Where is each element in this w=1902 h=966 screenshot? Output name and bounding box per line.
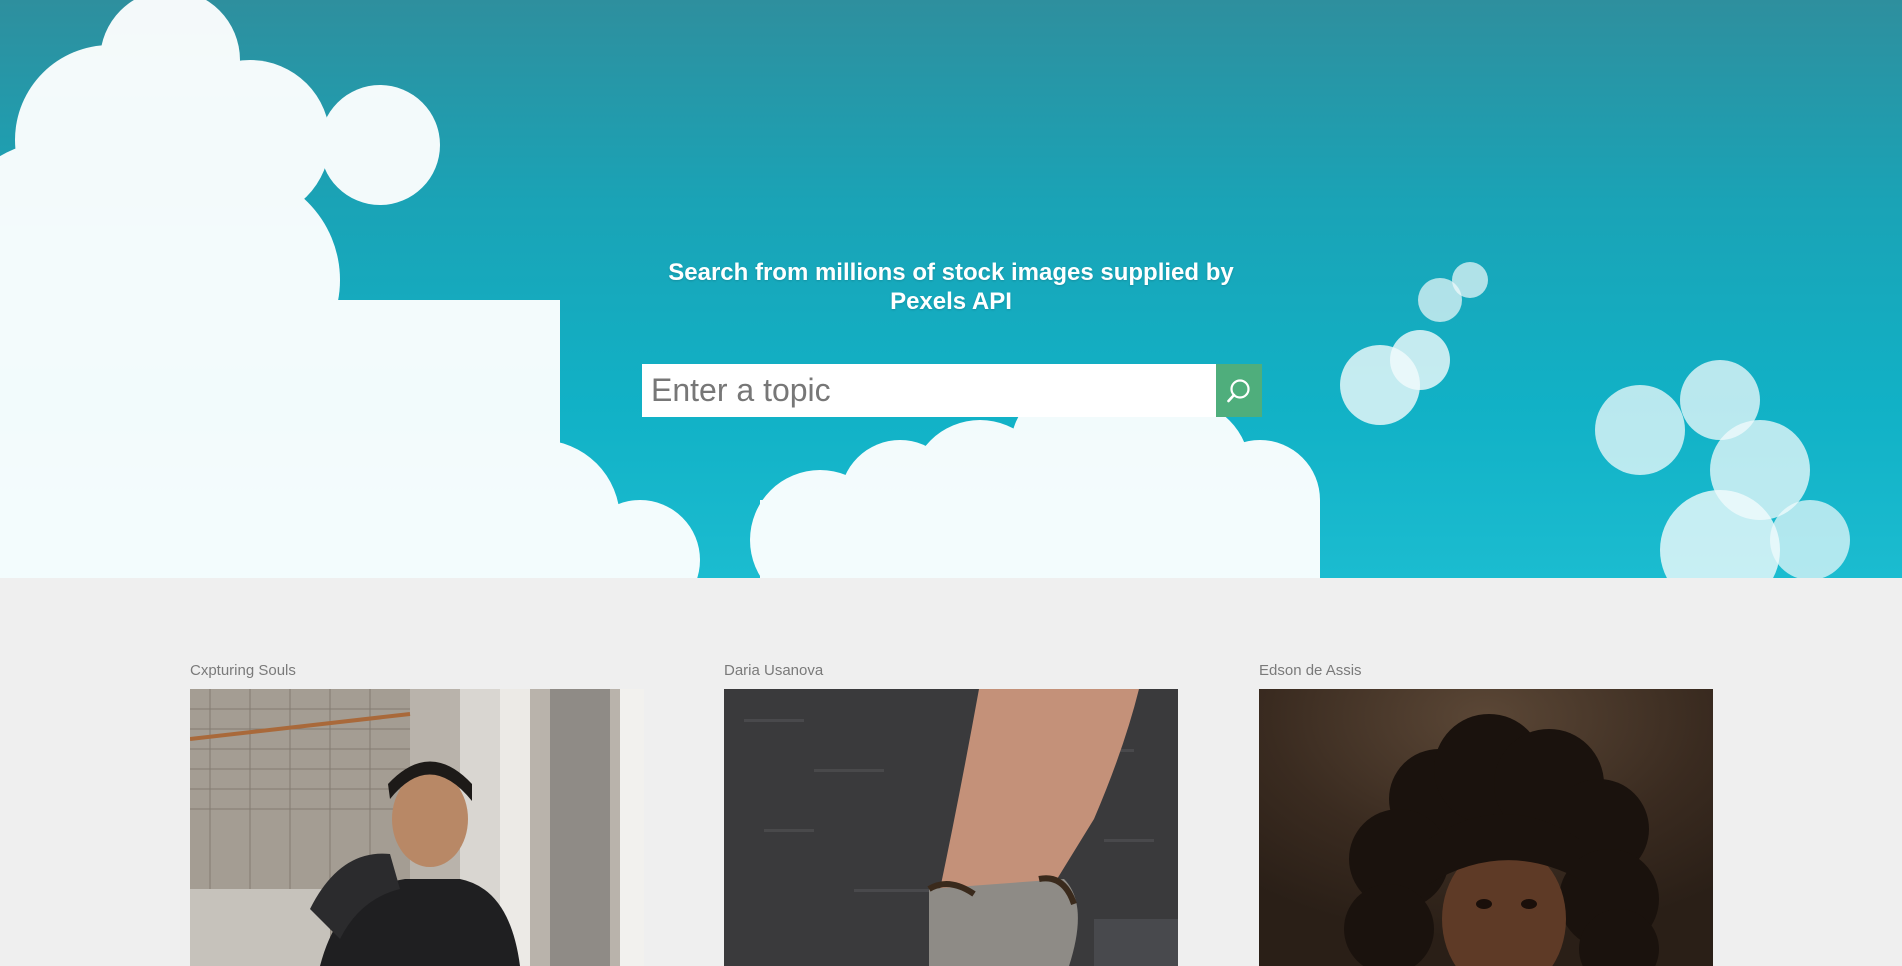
hero-banner: Search from millions of stock images sup… xyxy=(0,0,1902,578)
photo-image[interactable] xyxy=(1259,689,1713,966)
photo-card[interactable]: Daria Usanova xyxy=(724,662,1178,966)
photo-author[interactable]: Cxpturing Souls xyxy=(190,662,644,680)
hero-title: Search from millions of stock images sup… xyxy=(668,259,1234,315)
photo-image[interactable] xyxy=(724,689,1178,966)
search-button[interactable] xyxy=(1216,364,1262,417)
photo-portrait-woman xyxy=(190,689,644,966)
photo-card[interactable]: Edson de Assis xyxy=(1259,662,1713,966)
photo-arm-glove xyxy=(724,689,1178,966)
search-bar xyxy=(642,364,1262,417)
photo-author[interactable]: Daria Usanova xyxy=(724,662,1178,680)
photo-portrait-curly-hair xyxy=(1259,689,1713,966)
search-icon xyxy=(1227,378,1250,402)
photo-author[interactable]: Edson de Assis xyxy=(1259,662,1713,680)
search-input[interactable] xyxy=(642,364,1216,417)
photo-card[interactable]: Cxpturing Souls xyxy=(190,662,644,966)
photo-image[interactable] xyxy=(190,689,644,966)
